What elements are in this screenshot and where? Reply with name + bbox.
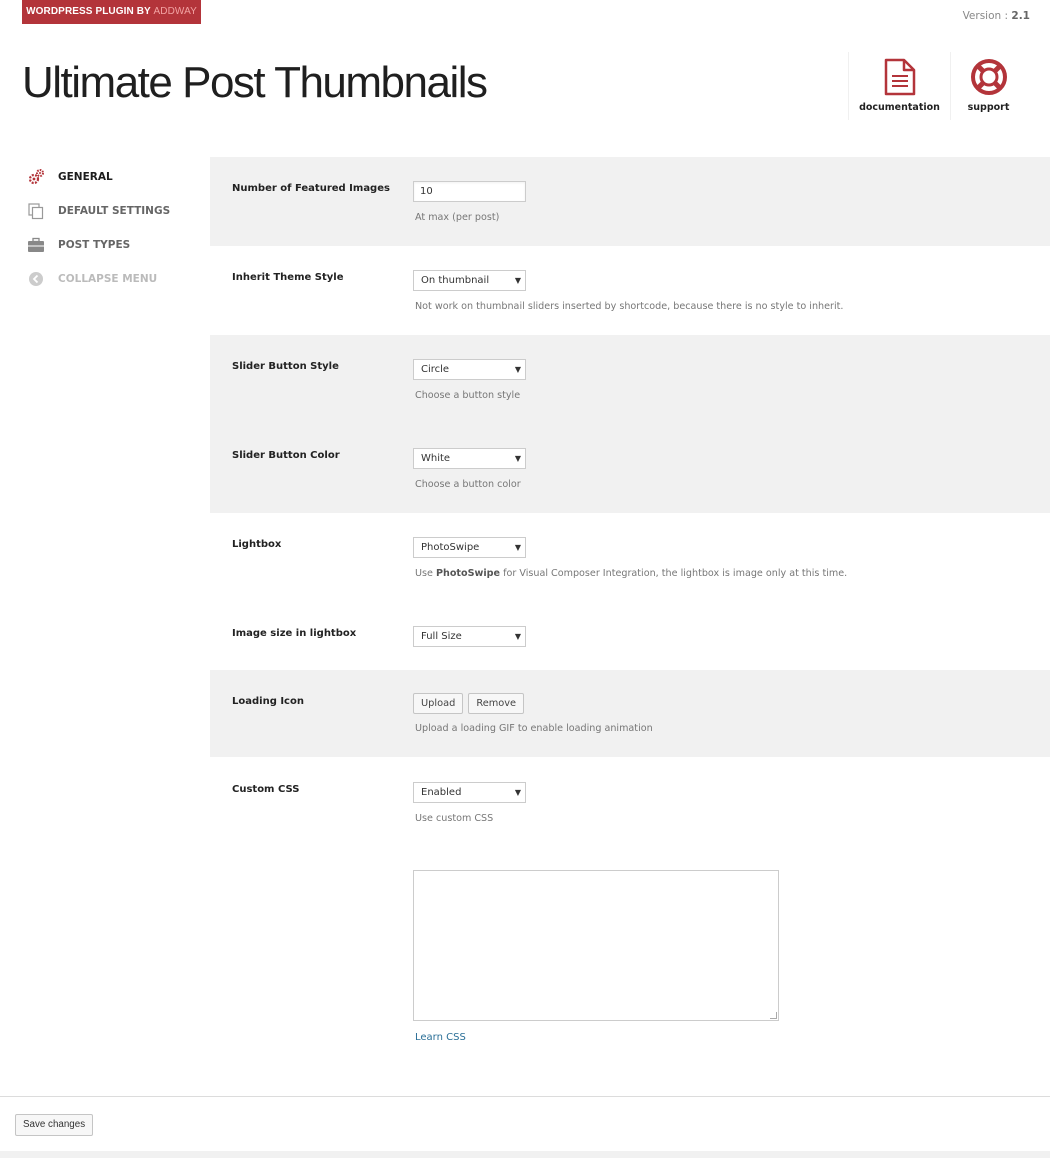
section-featured: Number of Featured Images 10 At max (per… bbox=[210, 157, 1050, 246]
version-number: 2.1 bbox=[1011, 10, 1030, 22]
support-link[interactable]: support bbox=[950, 52, 1026, 120]
lightbox-desc: Use PhotoSwipe for Visual Composer Integ… bbox=[415, 568, 847, 579]
bottom-divider bbox=[0, 1151, 1050, 1158]
nav-item-default-settings[interactable]: DEFAULT SETTINGS bbox=[26, 194, 206, 228]
loading-icon-desc: Upload a loading GIF to enable loading a… bbox=[415, 723, 653, 734]
section-slider-buttons: Slider Button Style Circle ▼ Choose a bu… bbox=[210, 335, 1050, 513]
support-label: support bbox=[967, 102, 1010, 113]
inherit-theme-select[interactable]: On thumbnail ▼ bbox=[413, 270, 526, 291]
copy-icon bbox=[26, 201, 46, 221]
nav-label-default-settings: DEFAULT SETTINGS bbox=[58, 205, 171, 217]
resize-grip-icon[interactable] bbox=[770, 1012, 777, 1019]
image-size-value: Full Size bbox=[421, 631, 462, 642]
lightbox-value: PhotoSwipe bbox=[421, 542, 480, 553]
version-label: Version : bbox=[962, 10, 1012, 22]
section-custom-css: Custom CSS Enabled ▼ Use custom CSS Lear… bbox=[210, 757, 1050, 1067]
inherit-theme-desc: Not work on thumbnail sliders inserted b… bbox=[415, 301, 844, 312]
dropdown-arrow-icon: ▼ bbox=[514, 543, 521, 552]
footer-bar: Save changes bbox=[0, 1096, 1050, 1151]
lifebuoy-icon bbox=[951, 58, 1026, 96]
loading-icon-label: Loading Icon bbox=[232, 696, 304, 707]
settings-panel: Number of Featured Images 10 At max (per… bbox=[210, 157, 1050, 1067]
dropdown-arrow-icon: ▼ bbox=[514, 365, 521, 374]
nav-label-general: GENERAL bbox=[58, 171, 113, 183]
version-info: Version : 2.1 bbox=[963, 10, 1030, 22]
custom-css-value: Enabled bbox=[421, 787, 462, 798]
upload-button[interactable]: Upload bbox=[413, 693, 464, 714]
custom-css-select[interactable]: Enabled ▼ bbox=[413, 782, 526, 803]
lightbox-select[interactable]: PhotoSwipe ▼ bbox=[413, 537, 526, 558]
nav-label-collapse: COLLAPSE MENU bbox=[58, 273, 158, 285]
lightbox-desc-pre: Use bbox=[415, 568, 436, 579]
badge-brand[interactable]: ADDWAY bbox=[154, 6, 197, 17]
collapse-arrow-icon bbox=[26, 269, 46, 289]
dropdown-arrow-icon: ▼ bbox=[514, 632, 521, 641]
sidebar-nav: GENERAL DEFAULT SETTINGS POST TYPES COLL… bbox=[26, 160, 206, 296]
button-color-label: Slider Button Color bbox=[232, 450, 340, 461]
custom-css-label: Custom CSS bbox=[232, 784, 300, 795]
button-style-label: Slider Button Style bbox=[232, 361, 339, 372]
featured-images-input[interactable]: 10 bbox=[413, 181, 526, 202]
section-lightbox: Lightbox PhotoSwipe ▼ Use PhotoSwipe for… bbox=[210, 513, 1050, 670]
image-size-label: Image size in lightbox bbox=[232, 628, 357, 639]
section-loading-icon: Loading Icon Upload Remove Upload a load… bbox=[210, 670, 1050, 757]
custom-css-desc: Use custom CSS bbox=[415, 813, 494, 824]
nav-label-post-types: POST TYPES bbox=[58, 239, 131, 251]
remove-button[interactable]: Remove bbox=[468, 693, 525, 714]
nav-item-collapse-menu[interactable]: COLLAPSE MENU bbox=[26, 262, 206, 296]
documentation-label: documentation bbox=[859, 102, 940, 113]
lightbox-desc-bold: PhotoSwipe bbox=[435, 568, 501, 579]
briefcase-icon bbox=[26, 235, 46, 255]
button-style-value: Circle bbox=[421, 364, 450, 375]
documentation-link[interactable]: documentation bbox=[848, 52, 950, 120]
dropdown-arrow-icon: ▼ bbox=[514, 276, 521, 285]
lightbox-desc-post: for Visual Composer Integration, the lig… bbox=[500, 568, 848, 579]
learn-css-link[interactable]: Learn CSS bbox=[415, 1032, 466, 1043]
badge-prefix: WORDPRESS PLUGIN BY bbox=[26, 6, 154, 17]
page-title: Ultimate Post Thumbnails bbox=[22, 58, 488, 107]
custom-css-textarea[interactable] bbox=[413, 870, 779, 1021]
button-color-desc: Choose a button color bbox=[415, 479, 521, 490]
inherit-theme-value: On thumbnail bbox=[421, 275, 490, 286]
save-changes-button[interactable]: Save changes bbox=[15, 1114, 94, 1136]
featured-images-label: Number of Featured Images bbox=[232, 183, 390, 194]
plugin-badge: WORDPRESS PLUGIN BY ADDWAY bbox=[22, 0, 201, 24]
gears-icon bbox=[26, 167, 46, 187]
lightbox-label: Lightbox bbox=[232, 539, 282, 550]
nav-item-post-types[interactable]: POST TYPES bbox=[26, 228, 206, 262]
featured-images-desc: At max (per post) bbox=[415, 212, 500, 223]
document-icon bbox=[849, 58, 950, 96]
button-color-value: White bbox=[421, 453, 451, 464]
button-style-desc: Choose a button style bbox=[415, 390, 521, 401]
nav-item-general[interactable]: GENERAL bbox=[26, 160, 206, 194]
inherit-theme-label: Inherit Theme Style bbox=[232, 272, 344, 283]
image-size-select[interactable]: Full Size ▼ bbox=[413, 626, 526, 647]
dropdown-arrow-icon: ▼ bbox=[514, 454, 521, 463]
section-inherit: Inherit Theme Style On thumbnail ▼ Not w… bbox=[210, 246, 1050, 335]
button-style-select[interactable]: Circle ▼ bbox=[413, 359, 526, 380]
button-color-select[interactable]: White ▼ bbox=[413, 448, 526, 469]
dropdown-arrow-icon: ▼ bbox=[514, 788, 521, 797]
